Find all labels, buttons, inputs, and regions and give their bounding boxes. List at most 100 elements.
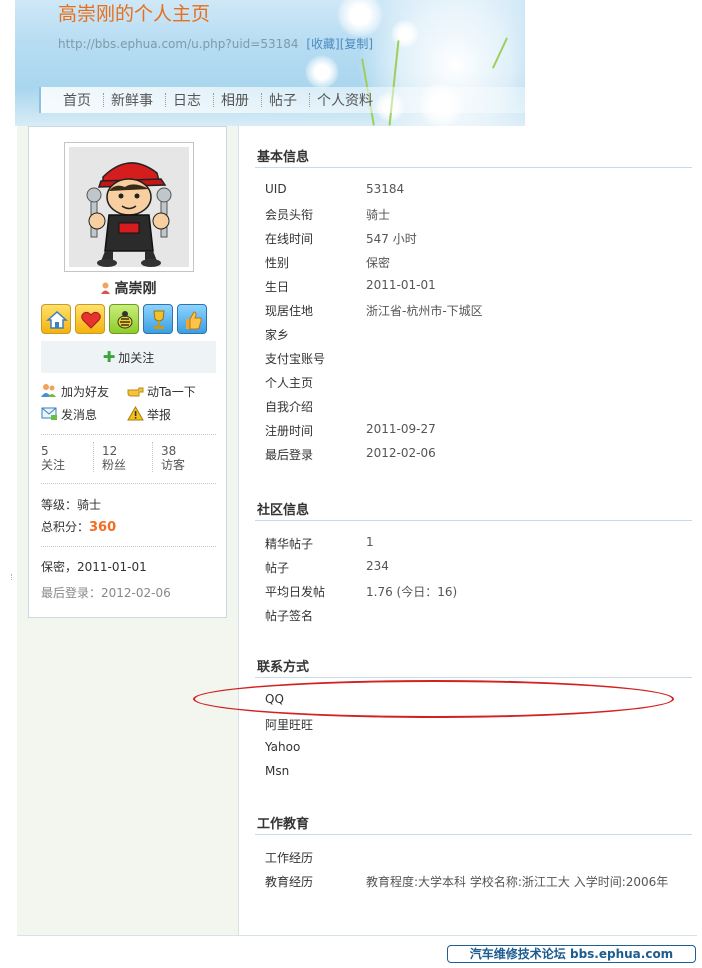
message-icon xyxy=(41,407,57,420)
divider xyxy=(41,546,216,547)
bottom-border xyxy=(17,935,697,936)
stat-fans[interactable]: 12 粉丝 xyxy=(102,444,126,472)
nav-item-album[interactable]: 相册 xyxy=(221,90,249,110)
send-message-label: 发消息 xyxy=(61,408,98,422)
total-score-value: 360 xyxy=(89,520,117,535)
divider xyxy=(41,483,216,484)
birthday-text: 保密，2011-01-01 xyxy=(41,560,147,574)
username-text: 高崇刚 xyxy=(114,281,157,297)
field-value: 2011-09-27 xyxy=(366,422,436,436)
field-value: 2012-02-06 xyxy=(366,446,436,460)
nav-item-blog[interactable]: 日志 xyxy=(173,90,201,110)
nav-item-home[interactable]: 首页 xyxy=(63,90,91,110)
mechanic-avatar-icon xyxy=(86,162,172,267)
copy-link[interactable]: [复制] xyxy=(340,37,373,51)
section-divider xyxy=(255,834,692,835)
field-value: 53184 xyxy=(366,182,405,196)
section-title-work: 工作教育 xyxy=(257,817,310,832)
field-label-aliwangwang: 阿里旺旺 xyxy=(265,718,314,732)
stat-fans-count: 12 xyxy=(102,444,118,458)
total-score-label: 总积分： xyxy=(41,520,90,534)
report-label: 举报 xyxy=(147,408,172,422)
bee-badge-icon[interactable] xyxy=(109,304,139,334)
field-label: 帖子签名 xyxy=(265,609,314,623)
section-divider xyxy=(255,520,692,521)
nav-separator xyxy=(165,93,166,107)
profile-sidebar: 高崇刚 ✚ 加关注 加为好友 动Ta一下 发消息 举报 5 关注 12 粉丝 3… xyxy=(28,126,227,618)
divider xyxy=(41,434,216,435)
field-label: 自我介绍 xyxy=(265,400,314,414)
stat-fans-label: 粉丝 xyxy=(102,458,127,472)
section-divider xyxy=(255,677,692,678)
dandelion-decoration xyxy=(391,20,419,48)
dandelion-decoration xyxy=(305,55,339,89)
field-value: 2011-01-01 xyxy=(366,278,436,292)
stat-separator xyxy=(152,442,153,472)
edge-mark xyxy=(11,574,15,580)
username: 高崇刚 xyxy=(29,278,228,298)
stat-following[interactable]: 5 关注 xyxy=(41,444,65,472)
field-label: 会员头衔 xyxy=(265,208,314,222)
level-text: 等级：骑士 xyxy=(41,498,102,512)
nav-item-profile[interactable]: 个人资料 xyxy=(317,90,373,110)
main-nav: 首页 新鲜事 日志 相册 帖子 个人资料 xyxy=(39,87,525,113)
field-value: 浙江省-杭州市-下城区 xyxy=(366,304,483,318)
follow-button[interactable]: ✚ 加关注 xyxy=(41,341,216,373)
stat-following-count: 5 xyxy=(41,444,49,458)
favorite-link[interactable]: [收藏] xyxy=(306,37,339,51)
field-label: 精华帖子 xyxy=(265,537,314,551)
profile-url: http://bbs.ephua.com/u.php?uid=53184 [收藏… xyxy=(58,35,373,52)
stat-visitors[interactable]: 38 访客 xyxy=(161,444,185,472)
field-label: 注册时间 xyxy=(265,424,314,438)
field-label: 工作经历 xyxy=(265,851,314,865)
field-label: 在线时间 xyxy=(265,232,314,246)
field-value: 1 xyxy=(366,535,374,549)
nav-item-posts[interactable]: 帖子 xyxy=(269,90,297,110)
add-friend-label: 加为好友 xyxy=(61,385,110,399)
header-banner: 高崇刚的个人主页 http://bbs.ephua.com/u.php?uid=… xyxy=(15,0,525,126)
pointing-hand-icon xyxy=(127,387,144,397)
profile-url-text: http://bbs.ephua.com/u.php?uid=53184 xyxy=(58,37,299,51)
heart-badge-icon[interactable] xyxy=(75,304,105,334)
field-label: 家乡 xyxy=(265,328,290,342)
home-badge-icon[interactable] xyxy=(41,304,71,334)
field-label: 教育经历 xyxy=(265,875,314,889)
warning-icon xyxy=(127,406,144,421)
stat-following-label: 关注 xyxy=(41,458,66,472)
nav-separator xyxy=(309,93,310,107)
field-value: 547 小时 xyxy=(366,232,417,246)
section-title-community: 社区信息 xyxy=(257,503,310,518)
follow-label: 加关注 xyxy=(118,351,155,365)
site-watermark: 汽车维修技术论坛 bbs.ephua.com xyxy=(447,945,696,963)
field-label: 个人主页 xyxy=(265,376,314,390)
field-label: 性别 xyxy=(265,256,290,270)
plus-icon: ✚ xyxy=(102,348,116,366)
total-score: 总积分：360 xyxy=(41,518,116,535)
field-value: 保密 xyxy=(366,256,391,270)
last-login-text: 最后登录：2012-02-06 xyxy=(41,586,171,600)
field-value: 1.76 (今日：16) xyxy=(366,585,458,599)
field-label: 最后登录 xyxy=(265,448,314,462)
stat-visitors-count: 38 xyxy=(161,444,177,458)
field-label-msn: Msn xyxy=(265,764,290,778)
nav-separator xyxy=(261,93,262,107)
section-title-basic: 基本信息 xyxy=(257,150,310,165)
page-title: 高崇刚的个人主页 xyxy=(58,3,211,25)
thumbs-up-badge-icon[interactable] xyxy=(177,304,207,334)
field-label-yahoo: Yahoo xyxy=(265,740,301,754)
nav-separator xyxy=(103,93,104,107)
user-gender-icon xyxy=(100,282,110,294)
field-label: 帖子 xyxy=(265,561,290,575)
content-border xyxy=(238,126,239,936)
avatar[interactable] xyxy=(64,142,194,272)
field-label: UID xyxy=(265,182,287,196)
add-friend-icon xyxy=(41,384,56,397)
field-value: 教育程度:大学本科 学校名称:浙江工大 入学时间:2006年 xyxy=(366,875,669,889)
nav-item-feed[interactable]: 新鲜事 xyxy=(111,90,153,110)
trophy-badge-icon[interactable] xyxy=(143,304,173,334)
field-label: 生日 xyxy=(265,280,290,294)
section-divider xyxy=(255,167,692,168)
nav-separator xyxy=(213,93,214,107)
stat-visitors-label: 访客 xyxy=(161,458,186,472)
field-label: 平均日发帖 xyxy=(265,585,326,599)
